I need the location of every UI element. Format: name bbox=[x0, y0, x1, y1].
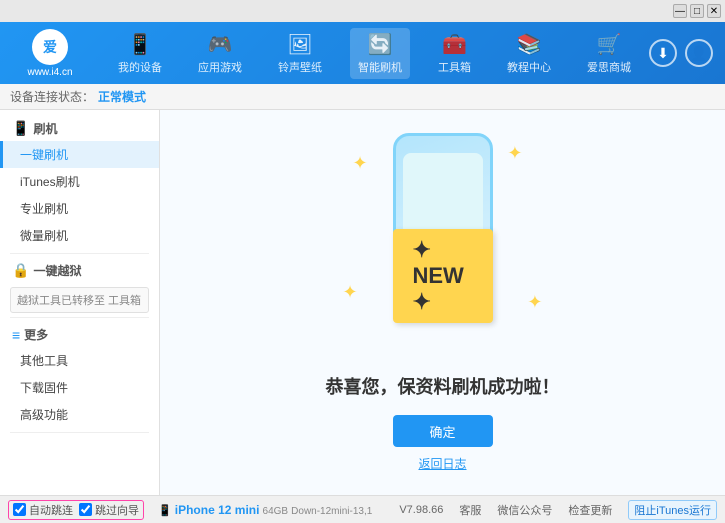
no-itunes-label: 阻止iTunes运行 bbox=[634, 502, 711, 518]
download-button[interactable]: ⬇ bbox=[649, 39, 677, 67]
sparkle-4: ✦ bbox=[527, 292, 542, 313]
nav-item-toolbox[interactable]: 🧰 工具箱 bbox=[430, 28, 479, 79]
checkbox-group: 自动跳连 跳过向导 bbox=[8, 500, 144, 520]
nav-right: ⬇ 👤 bbox=[649, 39, 725, 67]
sidebar-icon-flash: 📱 bbox=[12, 120, 29, 137]
new-ribbon: ✦ NEW ✦ bbox=[393, 229, 493, 323]
skip-wizard-checkbox[interactable]: 跳过向导 bbox=[79, 502, 139, 518]
nav-label-apps-games: 应用游戏 bbox=[198, 59, 242, 75]
status-value: 正常模式 bbox=[98, 88, 146, 105]
device-info: 📱 iPhone 12 mini 64GB Down-12mini-13,1 bbox=[158, 503, 372, 517]
sidebar-notice-one-key-restore: 越狱工具已转移至 工具箱 bbox=[10, 287, 149, 313]
sidebar-item-advanced[interactable]: 高级功能 bbox=[0, 401, 159, 428]
logo-icon: 爱 bbox=[32, 29, 68, 65]
nav-icon-smart-flash: 🔄 bbox=[368, 32, 393, 57]
no-itunes-button[interactable]: 阻止iTunes运行 bbox=[628, 500, 717, 520]
nav-label-toolbox: 工具箱 bbox=[438, 59, 471, 75]
sidebar-section-one-key-restore: 🔒一键越狱 bbox=[0, 258, 159, 283]
nav-label-my-device: 我的设备 bbox=[118, 59, 162, 75]
nav-icon-mall: 🛒 bbox=[597, 32, 622, 57]
sidebar-section-label-more: 更多 bbox=[24, 326, 48, 343]
nav-label-smart-flash: 智能刷机 bbox=[358, 59, 402, 75]
sidebar: 📱刷机一键刷机iTunes刷机专业刷机微量刷机🔒一键越狱越狱工具已转移至 工具箱… bbox=[0, 110, 160, 495]
minimize-button[interactable]: — bbox=[673, 4, 687, 18]
bottom-left: 自动跳连 跳过向导 📱 iPhone 12 mini 64GB Down-12m… bbox=[8, 500, 399, 520]
logo-area[interactable]: 爱 www.i4.cn bbox=[0, 29, 100, 78]
sparkle-3: ✦ bbox=[343, 282, 358, 303]
nav-item-wallpaper[interactable]: 🖼 铃声壁纸 bbox=[270, 28, 330, 79]
device-icon: 📱 bbox=[158, 505, 175, 517]
device-name: iPhone 12 mini bbox=[175, 503, 260, 517]
sidebar-item-brush-flash[interactable]: 微量刷机 bbox=[0, 222, 159, 249]
user-button[interactable]: 👤 bbox=[685, 39, 713, 67]
skip-wizard-label: 跳过向导 bbox=[95, 502, 139, 518]
nav-icon-my-device: 📱 bbox=[128, 32, 153, 57]
sidebar-divider-flash bbox=[10, 253, 149, 254]
sidebar-divider-one-key-restore bbox=[10, 317, 149, 318]
nav-label-mall: 爱思商城 bbox=[587, 59, 631, 75]
device-storage: 64GB bbox=[263, 506, 289, 517]
wechat-link[interactable]: 微信公众号 bbox=[497, 502, 552, 518]
sidebar-icon-one-key-restore: 🔒 bbox=[12, 262, 29, 279]
sidebar-section-more: ≡更多 bbox=[0, 322, 159, 347]
sidebar-section-label-one-key-restore: 一键越狱 bbox=[33, 262, 81, 279]
bottom-right: V7.98.66 客服 微信公众号 检查更新 阻止iTunes运行 bbox=[399, 500, 717, 520]
maximize-button[interactable]: □ bbox=[690, 4, 704, 18]
nav-items: 📱 我的设备 🎮 应用游戏 🖼 铃声壁纸 🔄 智能刷机 🧰 工具箱 📚 教程中心 🛒 爱思商城 bbox=[100, 28, 649, 79]
sidebar-item-itunes-flash[interactable]: iTunes刷机 bbox=[0, 168, 159, 195]
sidebar-item-one-key-flash[interactable]: 一键刷机 bbox=[0, 141, 159, 168]
sparkle-2: ✦ bbox=[507, 143, 522, 164]
customer-service-link[interactable]: 客服 bbox=[459, 502, 481, 518]
nav-item-my-device[interactable]: 📱 我的设备 bbox=[110, 28, 170, 79]
sidebar-item-pro-flash[interactable]: 专业刷机 bbox=[0, 195, 159, 222]
device-version: Down-12mini-13,1 bbox=[291, 506, 372, 517]
nav-item-tutorial[interactable]: 📚 教程中心 bbox=[499, 28, 559, 79]
main-layout: 📱刷机一键刷机iTunes刷机专业刷机微量刷机🔒一键越狱越狱工具已转移至 工具箱… bbox=[0, 110, 725, 495]
nav-label-wallpaper: 铃声壁纸 bbox=[278, 59, 322, 75]
close-button[interactable]: ✕ bbox=[707, 4, 721, 18]
sidebar-item-download-firmware[interactable]: 下载固件 bbox=[0, 374, 159, 401]
sidebar-item-other-tools[interactable]: 其他工具 bbox=[0, 347, 159, 374]
nav-item-apps-games[interactable]: 🎮 应用游戏 bbox=[190, 28, 250, 79]
nav-icon-toolbox: 🧰 bbox=[442, 32, 467, 57]
logo-subtext: www.i4.cn bbox=[27, 67, 72, 78]
back-link[interactable]: 返回日志 bbox=[418, 455, 466, 472]
auto-jump-label: 自动跳连 bbox=[29, 502, 73, 518]
status-bar: 设备连接状态： 正常模式 bbox=[0, 84, 725, 110]
nav-item-mall[interactable]: 🛒 爱思商城 bbox=[579, 28, 639, 79]
nav-icon-tutorial: 📚 bbox=[517, 32, 542, 57]
title-bar: — □ ✕ bbox=[0, 0, 725, 22]
nav-icon-wallpaper: 🖼 bbox=[287, 32, 312, 57]
bottom-bar: 自动跳连 跳过向导 📱 iPhone 12 mini 64GB Down-12m… bbox=[0, 495, 725, 523]
sparkle-1: ✦ bbox=[353, 153, 368, 174]
confirm-button[interactable]: 确定 bbox=[393, 415, 493, 447]
skip-wizard-input[interactable] bbox=[79, 503, 92, 516]
sidebar-section-label-flash: 刷机 bbox=[33, 120, 57, 137]
sidebar-icon-more: ≡ bbox=[12, 327, 20, 343]
content-area: ✦ NEW ✦ ✦ ✦ ✦ ✦ 恭喜您，保资料刷机成功啦！ 确定 返回日志 bbox=[160, 110, 725, 495]
success-text: 恭喜您，保资料刷机成功啦！ bbox=[326, 373, 560, 399]
sidebar-divider-more bbox=[10, 432, 149, 433]
success-illustration: ✦ NEW ✦ ✦ ✦ ✦ ✦ bbox=[343, 133, 543, 353]
nav-icon-apps-games: 🎮 bbox=[208, 32, 233, 57]
nav-label-tutorial: 教程中心 bbox=[507, 59, 551, 75]
version-label: V7.98.66 bbox=[399, 504, 443, 516]
nav-item-smart-flash[interactable]: 🔄 智能刷机 bbox=[350, 28, 410, 79]
header: 爱 www.i4.cn 📱 我的设备 🎮 应用游戏 🖼 铃声壁纸 🔄 智能刷机 🧰 工具箱 📚 教程中… bbox=[0, 22, 725, 84]
auto-jump-checkbox[interactable]: 自动跳连 bbox=[13, 502, 73, 518]
auto-jump-input[interactable] bbox=[13, 503, 26, 516]
sidebar-section-flash: 📱刷机 bbox=[0, 116, 159, 141]
check-update-link[interactable]: 检查更新 bbox=[568, 502, 612, 518]
status-label: 设备连接状态： bbox=[10, 88, 94, 105]
